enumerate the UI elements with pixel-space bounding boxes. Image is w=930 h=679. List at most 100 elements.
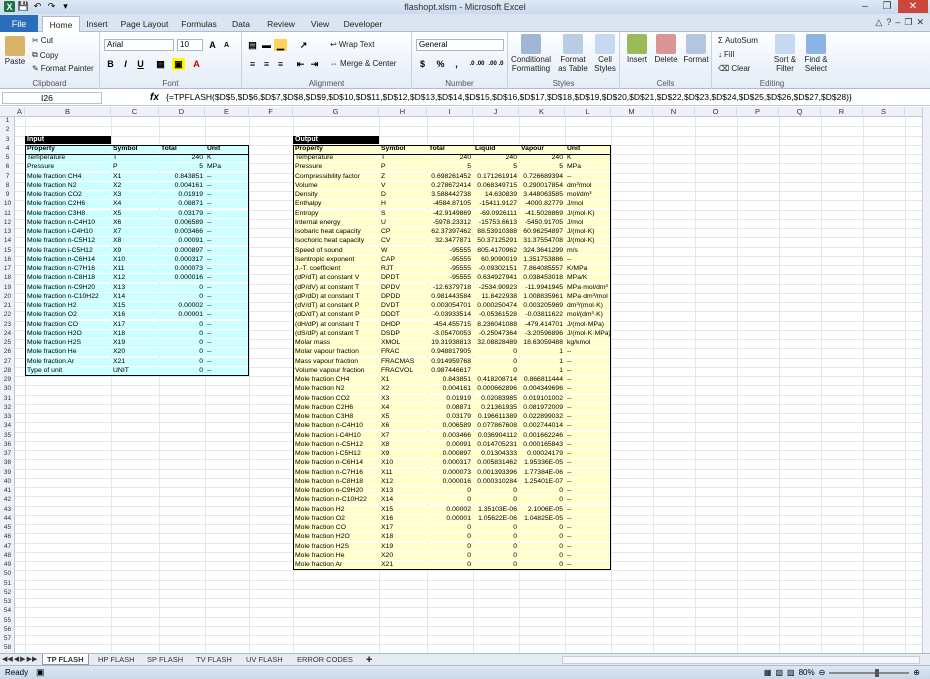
conditional-formatting-button[interactable]: Conditional Formatting xyxy=(510,34,552,73)
grow-font-button[interactable]: A xyxy=(206,39,219,51)
shrink-font-button[interactable]: A xyxy=(220,39,233,51)
row-header-21[interactable]: 21 xyxy=(0,302,15,310)
formula-input[interactable]: {=TPFLASH($D$5,$D$6,$D$7,$D$8,$D$9,$D$10… xyxy=(166,92,852,103)
row-header-28[interactable]: 28 xyxy=(0,367,15,375)
first-sheet-icon[interactable]: ◀◀ xyxy=(2,655,13,663)
row-header-3[interactable]: 3 xyxy=(0,136,15,144)
column-header-b[interactable]: B xyxy=(25,107,111,117)
column-header-l[interactable]: L xyxy=(565,107,611,117)
zoom-out-icon[interactable]: ⊖ xyxy=(819,668,826,677)
format-painter-button[interactable]: ✎ Format Painter xyxy=(32,64,94,73)
row-header-43[interactable]: 43 xyxy=(0,506,15,514)
row-header-33[interactable]: 33 xyxy=(0,413,15,421)
tab-developer[interactable]: Developer xyxy=(340,16,386,32)
row-header-19[interactable]: 19 xyxy=(0,284,15,292)
bold-button[interactable]: B xyxy=(104,58,117,70)
minimize-icon[interactable]: – xyxy=(854,0,876,13)
decrease-decimal-button[interactable]: .00 .0 xyxy=(487,58,505,70)
row-header-34[interactable]: 34 xyxy=(0,422,15,430)
insert-sheet-icon[interactable]: ✚ xyxy=(362,654,376,665)
sheet-tab-sp-flash[interactable]: SP FLASH xyxy=(143,654,187,665)
merge-center-button[interactable]: ⇔ Merge & Center xyxy=(330,59,396,68)
copy-button[interactable]: ⧉ Copy xyxy=(32,50,58,60)
insert-cells-button[interactable]: Insert xyxy=(624,34,650,64)
row-header-2[interactable]: 2 xyxy=(0,126,15,134)
tab-home[interactable]: Home xyxy=(42,16,80,32)
font-name-combo[interactable]: Arial xyxy=(104,39,174,51)
row-header-17[interactable]: 17 xyxy=(0,265,15,273)
sheet-tab-uv-flash[interactable]: UV FLASH xyxy=(242,654,287,665)
column-header-q[interactable]: Q xyxy=(779,107,821,117)
comma-button[interactable]: , xyxy=(450,58,463,70)
row-header-47[interactable]: 47 xyxy=(0,543,15,551)
column-header-d[interactable]: D xyxy=(159,107,205,117)
tab-insert[interactable]: Insert xyxy=(82,16,112,32)
row-header-8[interactable]: 8 xyxy=(0,182,15,190)
row-header-41[interactable]: 41 xyxy=(0,487,15,495)
row-header-36[interactable]: 36 xyxy=(0,441,15,449)
decrease-indent-icon[interactable]: ⇤ xyxy=(294,58,307,70)
font-size-combo[interactable]: 10 xyxy=(177,39,203,51)
sort-filter-button[interactable]: Sort & Filter xyxy=(772,34,798,73)
sheet-tab-hp-flash[interactable]: HP FLASH xyxy=(94,654,139,665)
borders-icon[interactable]: ▦ xyxy=(154,58,167,70)
tab-data[interactable]: Data xyxy=(226,16,256,32)
normal-view-icon[interactable]: ▦ xyxy=(764,668,772,677)
align-middle-icon[interactable]: ▬ xyxy=(260,39,273,51)
row-header-51[interactable]: 51 xyxy=(0,580,15,588)
sheet-tab-error-codes[interactable]: ERROR CODES xyxy=(293,654,357,665)
row-header-52[interactable]: 52 xyxy=(0,589,15,597)
paste-button[interactable]: Paste xyxy=(4,36,26,66)
align-bottom-icon[interactable]: ▁ xyxy=(274,39,287,51)
row-header-18[interactable]: 18 xyxy=(0,274,15,282)
column-header-e[interactable]: E xyxy=(205,107,249,117)
tab-view[interactable]: View xyxy=(306,16,334,32)
row-header-29[interactable]: 29 xyxy=(0,376,15,384)
row-header-44[interactable]: 44 xyxy=(0,515,15,523)
row-header-46[interactable]: 46 xyxy=(0,533,15,541)
column-header-n[interactable]: N xyxy=(653,107,695,117)
row-header-14[interactable]: 14 xyxy=(0,237,15,245)
row-header-22[interactable]: 22 xyxy=(0,311,15,319)
zoom-slider-knob[interactable] xyxy=(875,668,880,677)
column-header-i[interactable]: I xyxy=(427,107,473,117)
increase-decimal-button[interactable]: .0 .00 xyxy=(468,58,486,70)
row-header-49[interactable]: 49 xyxy=(0,561,15,569)
row-header-30[interactable]: 30 xyxy=(0,385,15,393)
row-header-53[interactable]: 53 xyxy=(0,598,15,606)
horizontal-scrollbar[interactable] xyxy=(562,656,920,664)
row-header-45[interactable]: 45 xyxy=(0,524,15,532)
column-header-o[interactable]: O xyxy=(695,107,737,117)
column-header-r[interactable]: R xyxy=(821,107,863,117)
zoom-in-icon[interactable]: ⊕ xyxy=(913,668,920,677)
row-header-12[interactable]: 12 xyxy=(0,219,15,227)
fill-button[interactable]: ↓ Fill xyxy=(718,50,734,59)
row-header-56[interactable]: 56 xyxy=(0,626,15,634)
row-header-31[interactable]: 31 xyxy=(0,395,15,403)
column-header-f[interactable]: F xyxy=(249,107,293,117)
minimize-ribbon-icon[interactable]: △ xyxy=(875,17,882,28)
window-minimize-icon[interactable]: – xyxy=(895,17,900,28)
format-cells-button[interactable]: Format xyxy=(682,34,710,64)
row-header-13[interactable]: 13 xyxy=(0,228,15,236)
column-header-g[interactable]: G xyxy=(293,107,379,117)
restore-icon[interactable]: ❐ xyxy=(876,0,898,13)
clear-button[interactable]: ⌫ Clear xyxy=(718,64,750,73)
align-center-icon[interactable]: ≡ xyxy=(260,58,273,70)
column-header-h[interactable]: H xyxy=(379,107,427,117)
row-header-40[interactable]: 40 xyxy=(0,478,15,486)
window-restore-icon[interactable]: ❐ xyxy=(904,17,912,28)
row-header-20[interactable]: 20 xyxy=(0,293,15,301)
row-header-55[interactable]: 55 xyxy=(0,617,15,625)
column-header-s[interactable]: S xyxy=(863,107,905,117)
row-header-35[interactable]: 35 xyxy=(0,432,15,440)
tab-formulas[interactable]: Formulas xyxy=(178,16,220,32)
row-header-37[interactable]: 37 xyxy=(0,450,15,458)
row-header-58[interactable]: 58 xyxy=(0,644,15,652)
last-sheet-icon[interactable]: ▶▶ xyxy=(27,655,38,663)
zoom-level[interactable]: 80% xyxy=(799,668,815,677)
row-header-50[interactable]: 50 xyxy=(0,570,15,578)
orientation-icon[interactable]: ↗ xyxy=(297,39,310,51)
row-header-27[interactable]: 27 xyxy=(0,358,15,366)
find-select-button[interactable]: Find & Select xyxy=(802,34,830,73)
